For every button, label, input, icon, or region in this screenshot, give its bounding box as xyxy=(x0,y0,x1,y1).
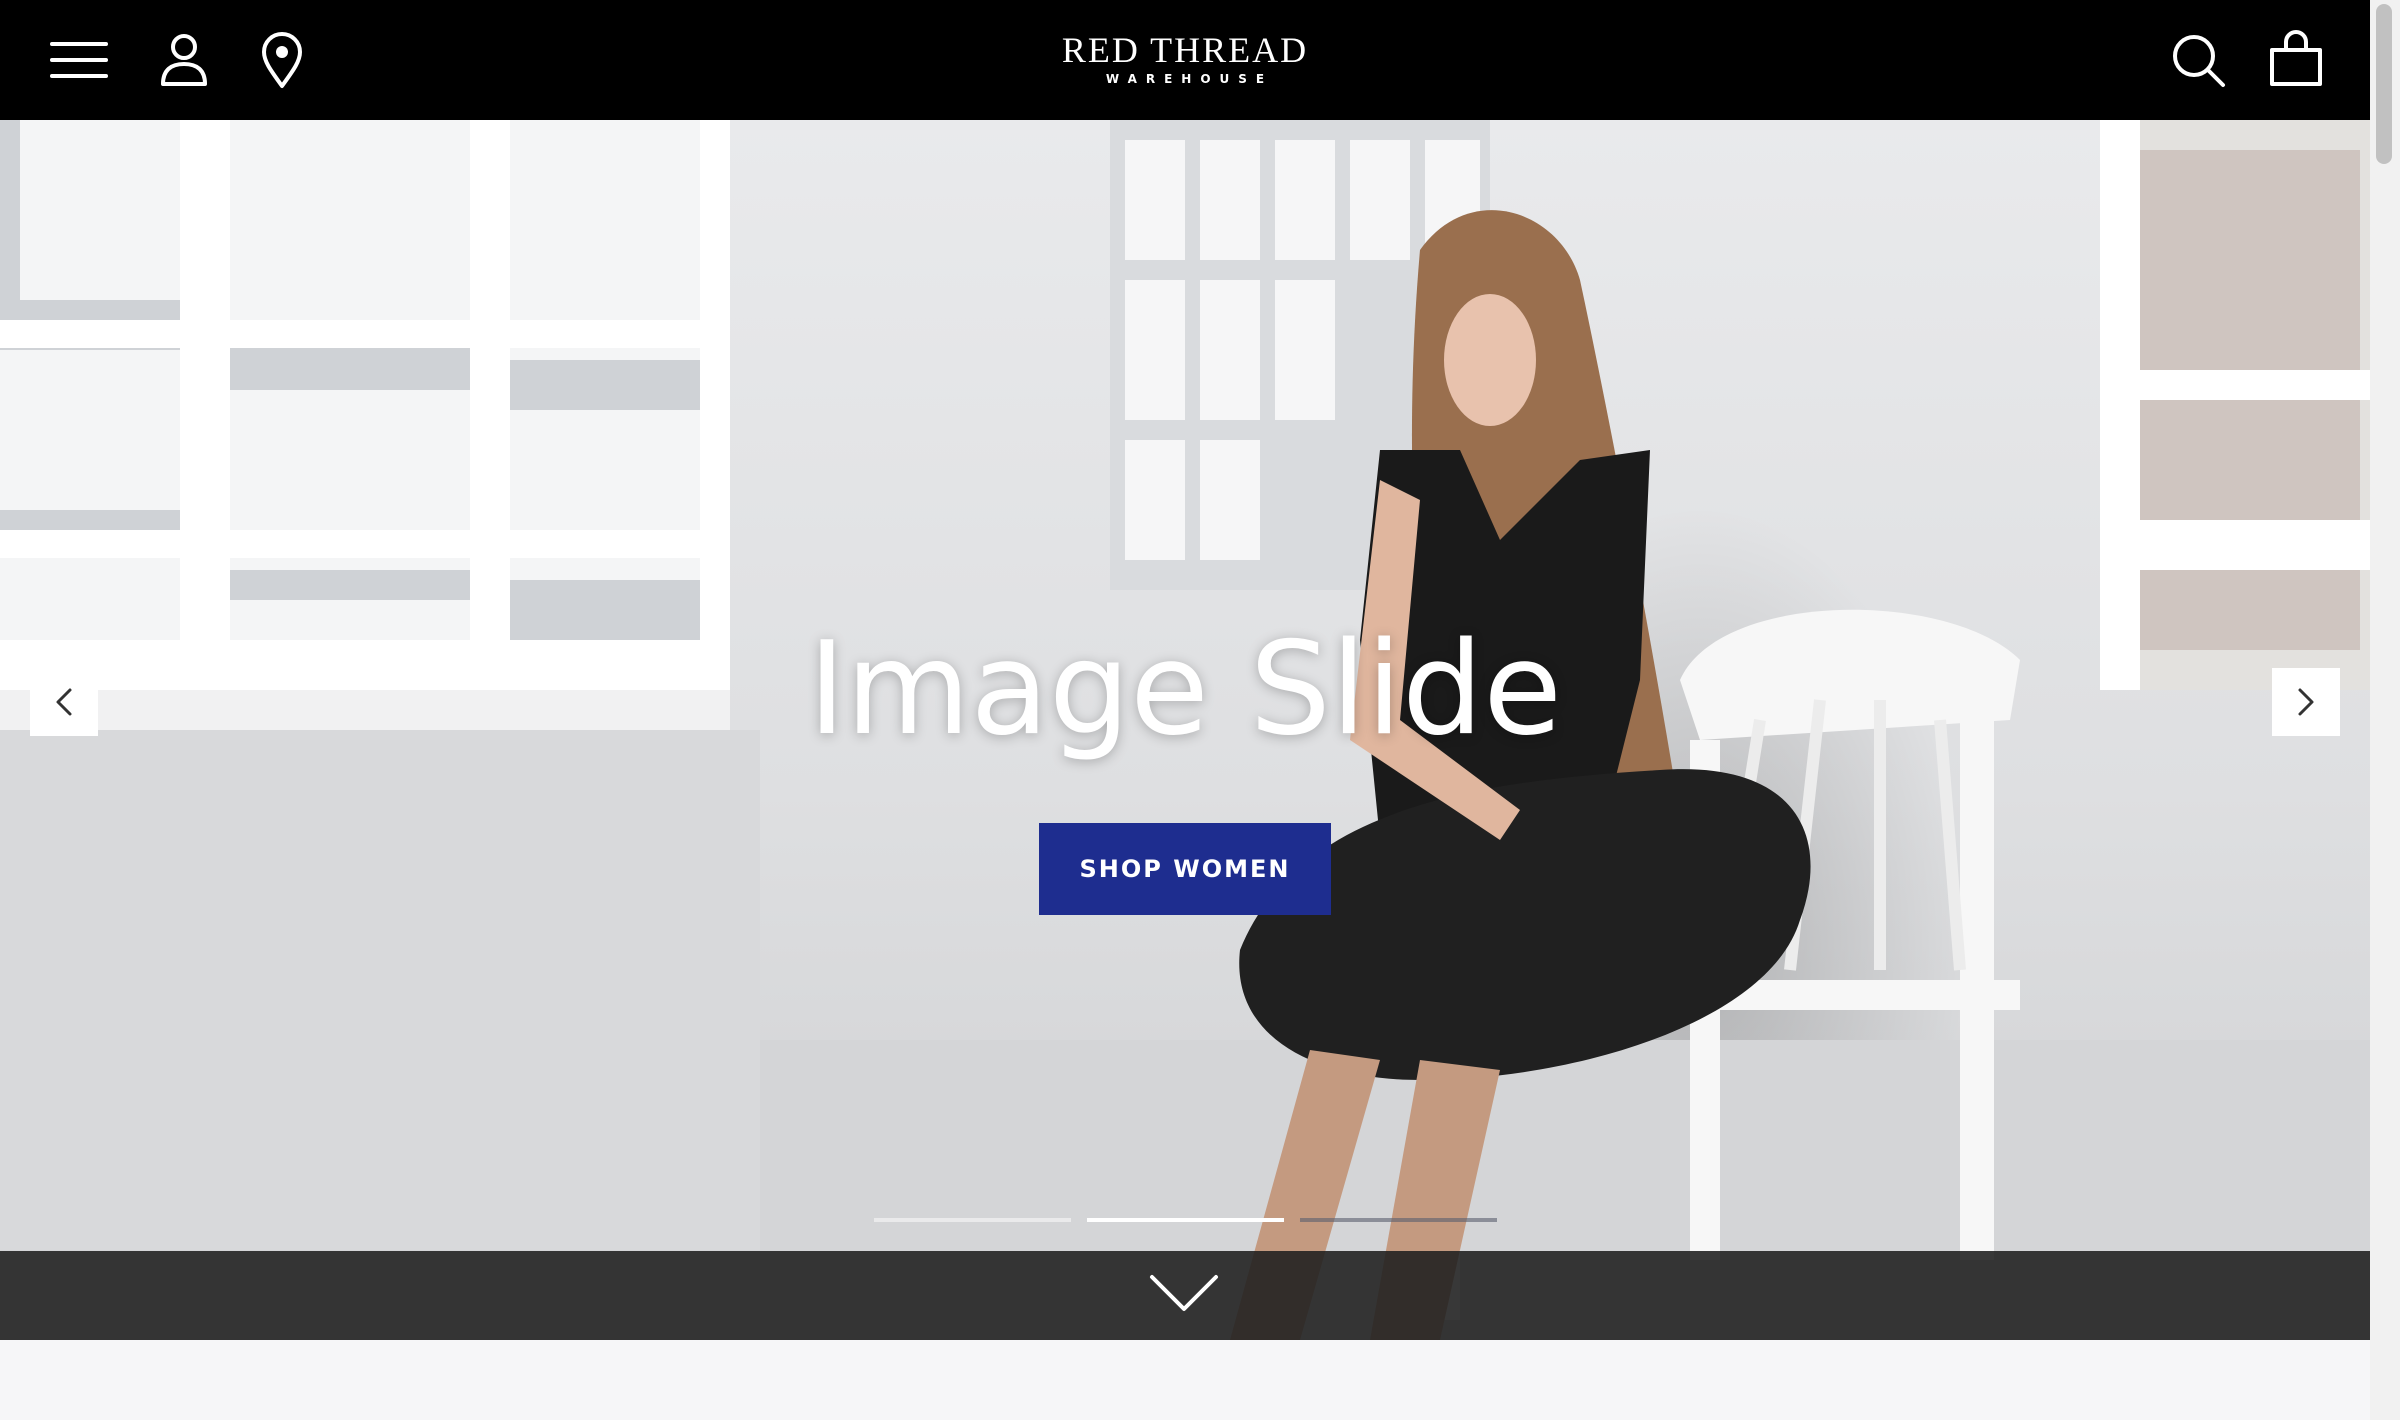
slide-indicator-1[interactable] xyxy=(874,1218,1071,1222)
logo-main-text: RED THREAD xyxy=(1061,30,1309,70)
site-header: RED THREAD WAREHOUSE xyxy=(0,0,2370,120)
page-scrollbar-thumb[interactable] xyxy=(2376,4,2392,164)
location-pin-icon[interactable] xyxy=(252,30,312,90)
site-logo[interactable]: RED THREAD WAREHOUSE xyxy=(1062,32,1308,86)
shop-women-button[interactable]: SHOP WOMEN xyxy=(1039,823,1331,915)
slide-indicators xyxy=(0,1218,2370,1224)
hero-slider: Image Slide SHOP WOMEN xyxy=(0,120,2370,1340)
page-scrollbar-track[interactable] xyxy=(2370,0,2400,1420)
shopping-bag-icon[interactable] xyxy=(2266,30,2326,90)
slide-prev-button[interactable] xyxy=(30,668,98,736)
menu-icon[interactable] xyxy=(48,30,108,90)
chevron-right-icon xyxy=(2298,688,2314,716)
slide-next-button[interactable] xyxy=(2272,668,2340,736)
slide-title: Image Slide xyxy=(808,614,1562,764)
account-icon[interactable] xyxy=(154,30,214,90)
slide-indicator-3[interactable] xyxy=(1300,1218,1497,1222)
logo-sub-text: WAREHOUSE xyxy=(1105,72,1274,86)
chevron-left-icon xyxy=(56,688,72,716)
chevron-down-icon[interactable] xyxy=(1148,1269,1220,1317)
page: RED THREAD WAREHOUSE Image Slide SHOP WO… xyxy=(0,0,2370,1420)
scroll-down-bar xyxy=(0,1251,2370,1340)
slide-indicator-2[interactable] xyxy=(1087,1218,1284,1222)
search-icon[interactable] xyxy=(2168,30,2228,90)
